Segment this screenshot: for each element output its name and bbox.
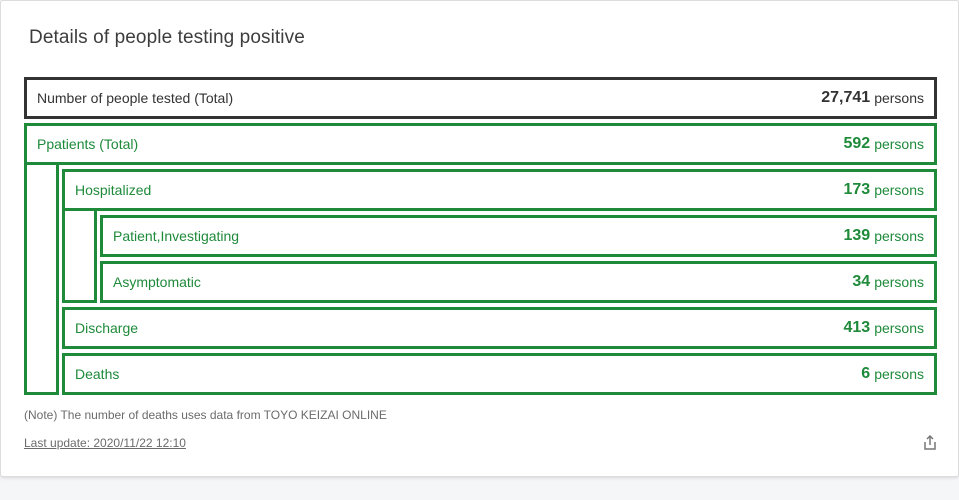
row-unit: persons [874, 228, 924, 244]
share-icon[interactable] [921, 434, 939, 452]
row-number: 6 [861, 365, 871, 382]
row-investigating: Patient,Investigating 139 persons [100, 215, 937, 257]
row-unit: persons [874, 136, 924, 152]
row-unit: persons [874, 274, 924, 290]
last-update-link[interactable]: Last update: 2020/11/22 12:10 [24, 436, 186, 450]
row-label: Patient,Investigating [113, 228, 240, 244]
row-label: Hospitalized [75, 182, 152, 198]
row-unit: persons [874, 366, 924, 382]
row-unit: persons [874, 182, 924, 198]
row-number: 413 [843, 319, 871, 336]
row-discharge: Discharge 413 persons [62, 307, 937, 349]
row-value: 413 persons [843, 310, 924, 346]
row-value: 6 persons [861, 356, 924, 392]
hospitalized-bracket [62, 207, 97, 303]
row-patients: Ppatients (Total) 592 persons [24, 123, 937, 165]
row-label: Asymptomatic [113, 274, 201, 290]
row-number: 34 [852, 273, 871, 290]
row-value: 139 persons [843, 218, 924, 254]
row-label: Deaths [75, 366, 120, 382]
row-deaths: Deaths 6 persons [62, 353, 937, 395]
row-hospitalized: Hospitalized 173 persons [62, 169, 937, 211]
row-number: 139 [843, 227, 871, 244]
row-unit: persons [874, 320, 924, 336]
source-note: (Note) The number of deaths uses data fr… [24, 408, 387, 422]
row-number: 27,741 [821, 89, 871, 106]
row-label: Number of people tested (Total) [37, 90, 234, 106]
row-value: 34 persons [852, 264, 924, 300]
row-tested: Number of people tested (Total) 27,741 p… [24, 77, 937, 119]
row-label: Ppatients (Total) [37, 136, 139, 152]
row-asymptomatic: Asymptomatic 34 persons [100, 261, 937, 303]
row-unit: persons [874, 90, 924, 106]
row-value: 592 persons [843, 126, 924, 162]
patients-bracket [24, 161, 59, 395]
row-number: 173 [843, 181, 871, 198]
row-label: Discharge [75, 320, 139, 336]
row-value: 173 persons [843, 172, 924, 208]
card-title: Details of people testing positive [29, 27, 305, 48]
details-card: Details of people testing positive Numbe… [0, 0, 959, 477]
row-value: 27,741 persons [821, 80, 924, 116]
row-number: 592 [843, 135, 871, 152]
